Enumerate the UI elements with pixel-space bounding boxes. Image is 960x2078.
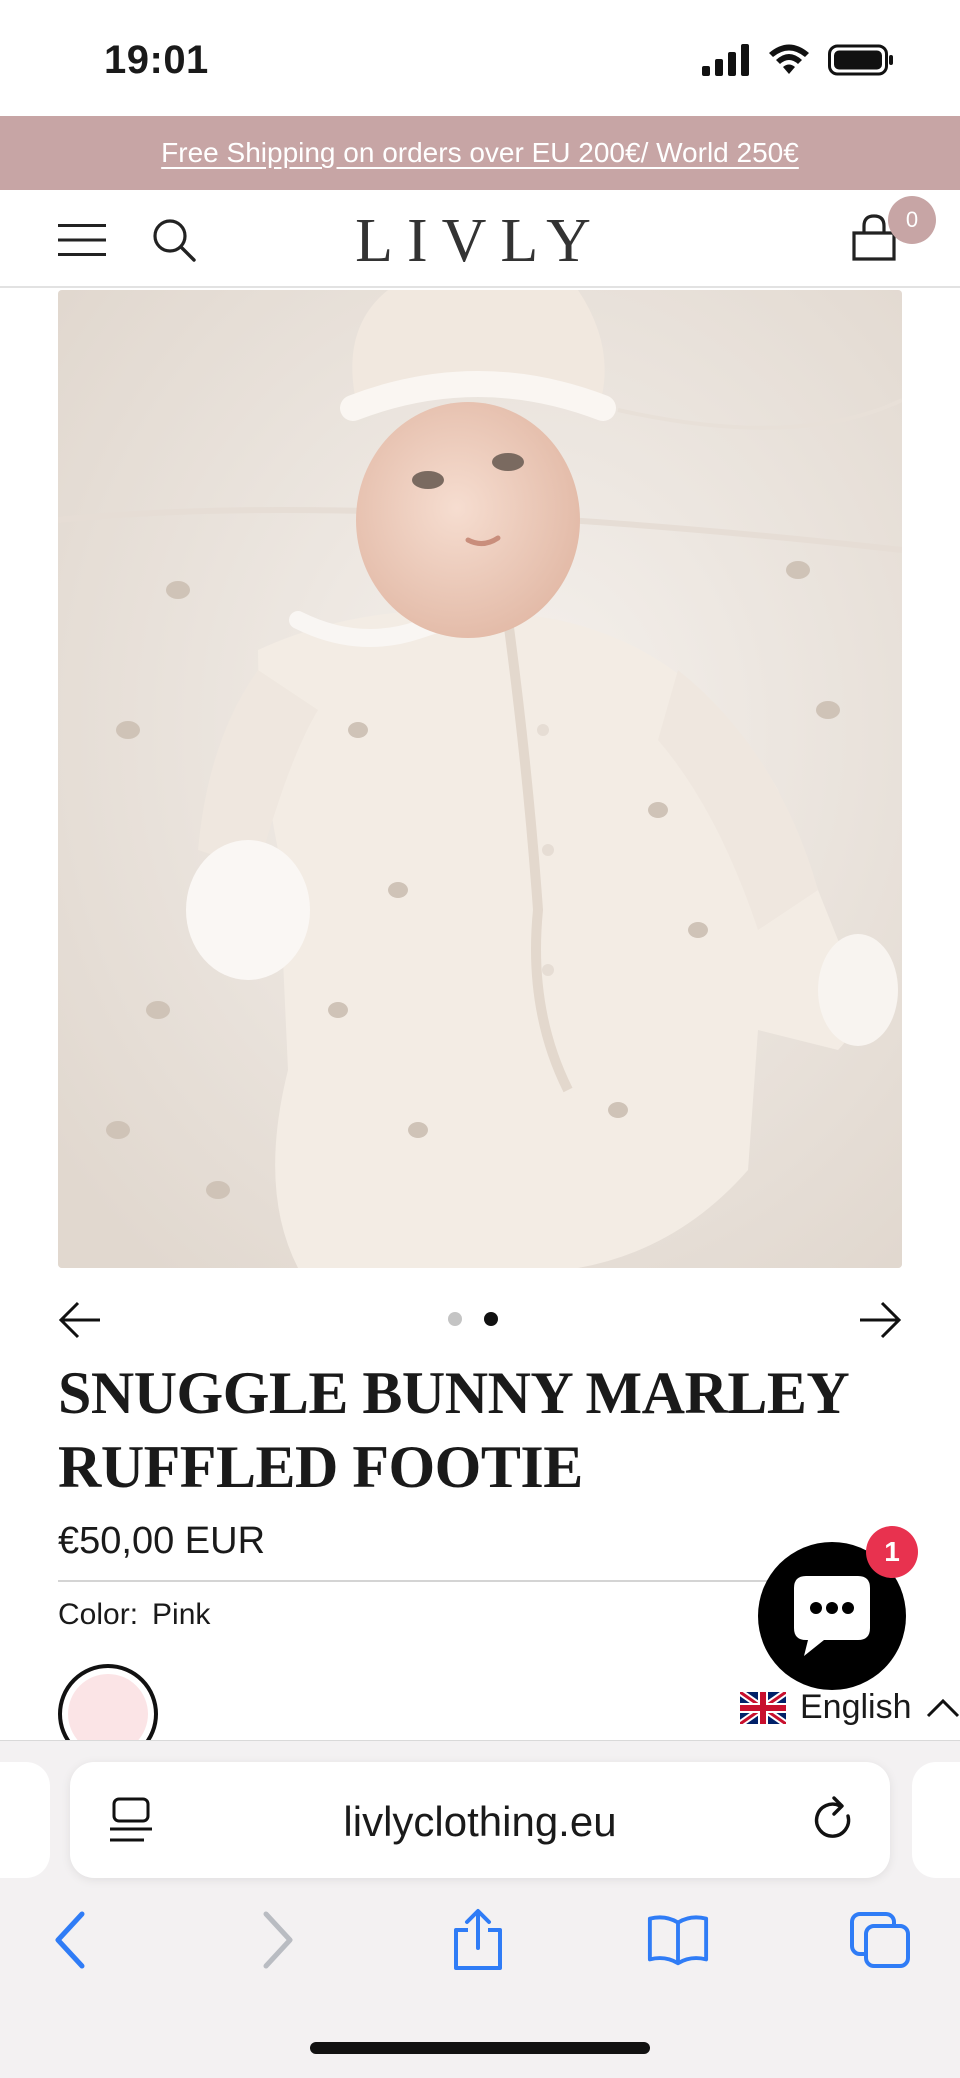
browser-share-button[interactable] (446, 1908, 510, 1972)
gallery-dots (448, 1312, 498, 1326)
color-value: Pink (152, 1598, 211, 1631)
announcement-text[interactable]: Free Shipping on orders over EU 200€/ Wo… (161, 137, 799, 169)
color-label: Color: (58, 1598, 139, 1631)
browser-bookmarks-button[interactable] (646, 1908, 710, 1972)
language-selector[interactable]: English (740, 1688, 960, 1727)
next-tab-edge[interactable] (912, 1762, 960, 1878)
product-title-line-2: RUFFLED FOOTIE (58, 1434, 583, 1500)
previous-tab-edge[interactable] (0, 1762, 50, 1878)
tabs-icon (850, 1912, 910, 1968)
url-text[interactable]: livlyclothing.eu (70, 1798, 890, 1846)
gallery-dot-2[interactable] (484, 1312, 498, 1326)
announcement-bar[interactable]: Free Shipping on orders over EU 200€/ Wo… (0, 116, 960, 190)
color-option-label: Color: Pink (58, 1598, 210, 1632)
browser-back-button[interactable] (38, 1908, 102, 1972)
status-time: 19:01 (104, 38, 209, 82)
site-header: LIVLY (0, 190, 960, 288)
share-icon (454, 1909, 502, 1970)
reload-icon[interactable] (812, 1796, 858, 1844)
arrow-right-icon (860, 1301, 902, 1339)
battery-icon (828, 44, 893, 76)
product-price: €50,00 EUR (58, 1520, 266, 1562)
book-icon (647, 1915, 709, 1966)
site-logo[interactable]: LIVLY (0, 206, 960, 277)
gallery-prev-button[interactable] (58, 1300, 102, 1340)
browser-forward-button[interactable] (246, 1908, 310, 1972)
home-indicator[interactable] (310, 2042, 650, 2054)
gallery-next-button[interactable] (858, 1300, 902, 1340)
product-image[interactable] (58, 290, 902, 1268)
browser-tabs-button[interactable] (848, 1908, 912, 1972)
product-title-line-1: SNUGGLE BUNNY MARLEY (58, 1360, 850, 1426)
address-bar[interactable]: livlyclothing.eu (70, 1762, 890, 1878)
cart-count-badge: 0 (888, 196, 936, 244)
signal-icon (702, 44, 749, 76)
status-bar: 19:01 (0, 0, 960, 116)
gallery-dot-1[interactable] (448, 1312, 462, 1326)
baby-photo-illustration (58, 290, 902, 1268)
price-divider (58, 1580, 848, 1582)
chevron-left-icon (55, 1911, 85, 1969)
chevron-up-icon (926, 1698, 959, 1717)
chevron-right-icon (263, 1911, 293, 1969)
gallery-navigation (58, 1292, 902, 1348)
wifi-icon (769, 44, 809, 74)
language-label: English (800, 1688, 912, 1726)
chat-unread-badge: 1 (866, 1526, 918, 1578)
status-icons (702, 44, 894, 76)
uk-flag-icon (740, 1691, 786, 1724)
arrow-left-icon (58, 1301, 100, 1339)
product-title: SNUGGLE BUNNY MARLEY RUFFLED FOOTIE (58, 1356, 918, 1504)
